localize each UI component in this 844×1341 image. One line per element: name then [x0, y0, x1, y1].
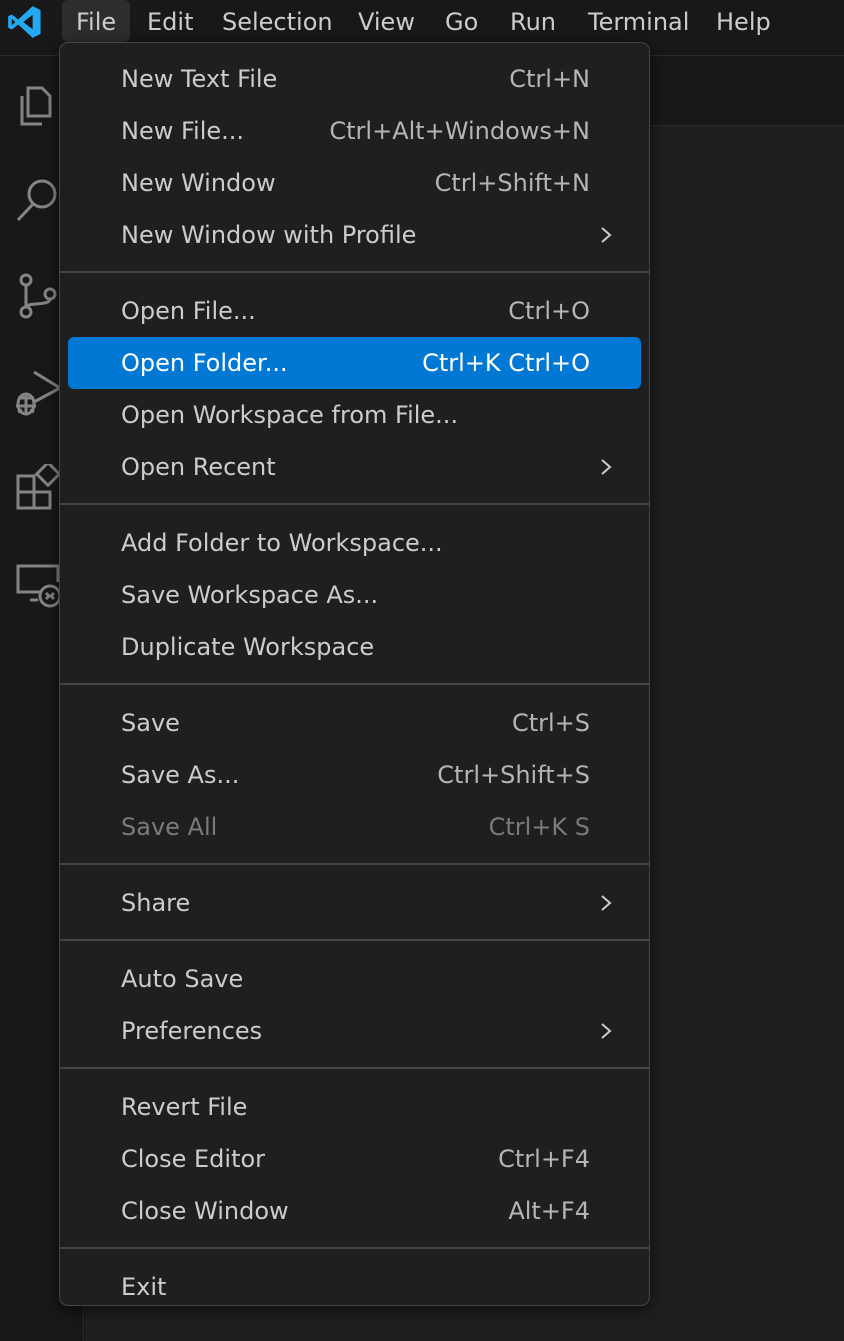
menu-item-open-file[interactable]: Open File... Ctrl+O	[68, 285, 641, 337]
menu-item-label: Preferences	[121, 1017, 263, 1045]
menu-item-save-as[interactable]: Save As... Ctrl+Shift+S	[68, 749, 641, 801]
run-debug-icon[interactable]	[14, 368, 64, 416]
menu-item-save-all: Save All Ctrl+K S	[68, 801, 641, 853]
menu-item-label: New Window	[121, 169, 276, 197]
menu-item-label: Exit	[121, 1273, 167, 1301]
menubar-item-help[interactable]: Help	[702, 0, 785, 44]
menu-separator	[60, 863, 649, 865]
menu-item-new-window-with-profile[interactable]: New Window with Profile	[68, 209, 641, 261]
menu-item-open-folder[interactable]: Open Folder... Ctrl+K Ctrl+O	[68, 337, 641, 389]
menu-item-label: Share	[121, 889, 191, 917]
menu-item-open-workspace-from-file[interactable]: Open Workspace from File...	[68, 389, 641, 441]
menu-item-new-text-file[interactable]: New Text File Ctrl+N	[68, 53, 641, 105]
extensions-icon[interactable]	[14, 460, 62, 512]
menu-item-label: Save Workspace As...	[121, 581, 379, 609]
chevron-right-icon	[596, 893, 616, 913]
menubar-item-selection[interactable]: Selection	[208, 0, 347, 44]
menu-item-save-workspace-as[interactable]: Save Workspace As...	[68, 569, 641, 621]
source-control-icon[interactable]	[14, 272, 62, 320]
menu-separator	[60, 1067, 649, 1069]
menubar-item-edit[interactable]: Edit	[133, 0, 207, 44]
menu-item-label: New Window with Profile	[121, 221, 417, 249]
menu-item-label: Open Folder...	[121, 349, 288, 377]
menu-item-save[interactable]: Save Ctrl+S	[68, 697, 641, 749]
menu-separator	[60, 683, 649, 685]
vscode-logo-icon[interactable]	[6, 4, 42, 40]
menu-item-close-editor[interactable]: Close Editor Ctrl+F4	[68, 1133, 641, 1185]
menubar-item-terminal[interactable]: Terminal	[574, 0, 703, 44]
menu-item-label: Save All	[121, 813, 218, 841]
menu-item-label: Close Editor	[121, 1145, 266, 1173]
menu-item-auto-save[interactable]: Auto Save	[68, 953, 641, 1005]
menu-item-label: Revert File	[121, 1093, 248, 1121]
menu-item-share[interactable]: Share	[68, 877, 641, 929]
menu-item-label: New Text File	[121, 65, 278, 93]
menu-item-duplicate-workspace[interactable]: Duplicate Workspace	[68, 621, 641, 673]
chevron-right-icon	[596, 457, 616, 477]
menu-item-shortcut: Ctrl+Shift+S	[437, 761, 590, 789]
menu-item-label: Save	[121, 709, 180, 737]
menu-item-label: Open Recent	[121, 453, 276, 481]
menu-item-shortcut: Ctrl+K S	[488, 813, 590, 841]
menu-separator	[60, 271, 649, 273]
menu-item-revert-file[interactable]: Revert File	[68, 1081, 641, 1133]
search-icon[interactable]	[14, 176, 62, 224]
menu-item-label: Open Workspace from File...	[121, 401, 459, 429]
menu-item-label: Add Folder to Workspace...	[121, 529, 443, 557]
menu-separator	[60, 503, 649, 505]
menu-item-label: Close Window	[121, 1197, 289, 1225]
menu-item-label: New File...	[121, 117, 245, 145]
menubar-item-file[interactable]: File	[62, 0, 131, 42]
explorer-icon[interactable]	[14, 80, 62, 128]
menu-item-shortcut: Ctrl+N	[509, 65, 590, 93]
menu-item-shortcut: Ctrl+F4	[498, 1145, 590, 1173]
menubar-item-go[interactable]: Go	[431, 0, 492, 44]
file-menu-dropdown: New Text File Ctrl+N New File... Ctrl+Alt+W…	[59, 42, 650, 1306]
menu-item-add-folder-to-workspace[interactable]: Add Folder to Workspace...	[68, 517, 641, 569]
menu-item-close-window[interactable]: Close Window Alt+F4	[68, 1185, 641, 1237]
menu-item-label: Open File...	[121, 297, 256, 325]
menu-item-shortcut: Ctrl+S	[511, 709, 590, 737]
menu-item-open-recent[interactable]: Open Recent	[68, 441, 641, 493]
menu-item-preferences[interactable]: Preferences	[68, 1005, 641, 1057]
menu-item-exit[interactable]: Exit	[68, 1261, 641, 1313]
menu-item-label: Duplicate Workspace	[121, 633, 375, 661]
chevron-right-icon	[596, 1021, 616, 1041]
menu-item-shortcut: Alt+F4	[508, 1197, 590, 1225]
chevron-right-icon	[596, 225, 616, 245]
remote-explorer-icon[interactable]	[14, 560, 62, 608]
menu-item-new-window[interactable]: New Window Ctrl+Shift+N	[68, 157, 641, 209]
menu-item-shortcut: Ctrl+Shift+N	[434, 169, 590, 197]
menu-item-label: Save As...	[121, 761, 240, 789]
menubar-item-run[interactable]: Run	[496, 0, 570, 44]
menu-separator	[60, 1247, 649, 1249]
menubar-item-view[interactable]: View	[344, 0, 429, 44]
menu-item-shortcut: Ctrl+Alt+Windows+N	[329, 117, 590, 145]
menu-separator	[60, 939, 649, 941]
menu-item-shortcut: Ctrl+K Ctrl+O	[422, 349, 590, 377]
menu-item-new-file[interactable]: New File... Ctrl+Alt+Windows+N	[68, 105, 641, 157]
menu-item-shortcut: Ctrl+O	[508, 297, 590, 325]
menu-item-label: Auto Save	[121, 965, 244, 993]
